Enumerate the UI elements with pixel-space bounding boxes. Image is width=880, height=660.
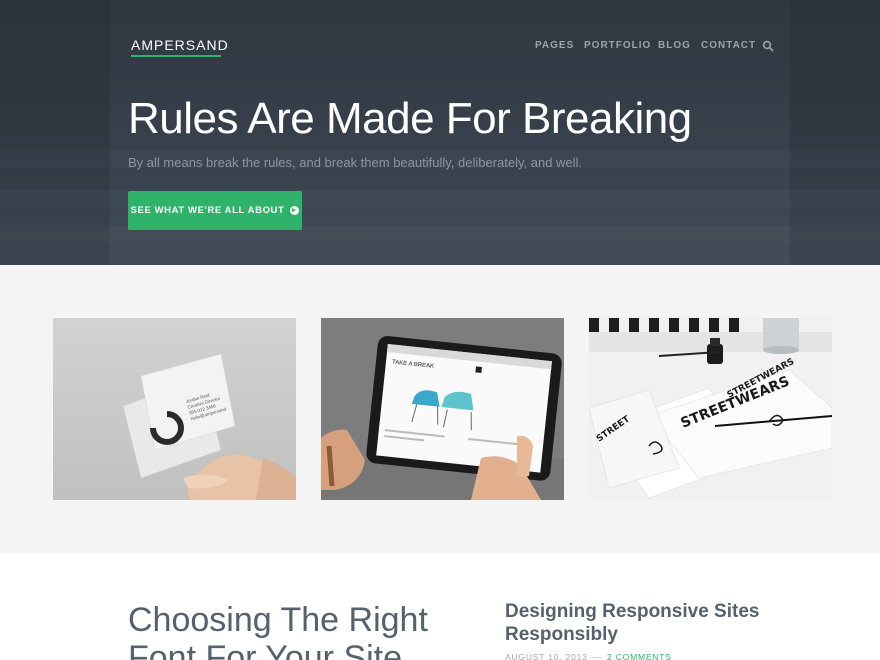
search-icon[interactable] — [762, 40, 774, 52]
hero-bg-band — [0, 0, 110, 265]
arrow-circle-right-icon — [290, 206, 300, 215]
hero-bg-band — [790, 0, 880, 265]
nav-item-pages[interactable]: PAGES — [535, 40, 574, 51]
tablet-image: TAKE A BREAK — [321, 318, 564, 500]
hero-subtitle: By all means break the rules, and break … — [128, 155, 583, 170]
nav-item-portfolio[interactable]: PORTFOLIO — [584, 40, 651, 51]
cta-button[interactable]: SEE WHAT WE'RE ALL ABOUT — [128, 191, 302, 230]
meta-separator: — — [592, 652, 603, 660]
blog-posts: Choosing The Right Font For Your Site De… — [0, 553, 880, 660]
post-date: AUGUST 10, 2013 — [505, 652, 588, 660]
gallery-item-business-cards[interactable]: Jordan Reid Creative Director 555 012 34… — [53, 318, 296, 500]
nav-item-blog[interactable]: BLOG — [658, 40, 691, 51]
gallery-item-sketches[interactable]: STREETWEARS STREETWEARS STREET — [589, 318, 832, 500]
sketches-image: STREETWEARS STREETWEARS STREET — [589, 318, 832, 500]
featured-post-title[interactable]: Choosing The Right Font For Your Site — [128, 601, 448, 660]
gallery-item-tablet[interactable]: TAKE A BREAK — [321, 318, 564, 500]
post-comments-link[interactable]: 2 COMMENTS — [607, 652, 672, 660]
site-logo[interactable]: AMPERSAND — [131, 37, 229, 53]
nav-item-contact[interactable]: CONTACT — [701, 40, 756, 51]
cta-label: SEE WHAT WE'RE ALL ABOUT — [130, 205, 285, 216]
secondary-post-title[interactable]: Designing Responsive Sites Responsibly — [505, 600, 765, 646]
logo-underline — [131, 55, 221, 57]
portfolio-gallery: Jordan Reid Creative Director 555 012 34… — [0, 265, 880, 553]
post-meta: AUGUST 10, 2013 — 2 COMMENTS — [505, 652, 672, 660]
hero-section: AMPERSAND PAGES PORTFOLIO BLOG CONTACT R… — [0, 0, 880, 265]
hero-title: Rules Are Made For Breaking — [128, 94, 692, 143]
business-cards-image: Jordan Reid Creative Director 555 012 34… — [53, 318, 296, 500]
